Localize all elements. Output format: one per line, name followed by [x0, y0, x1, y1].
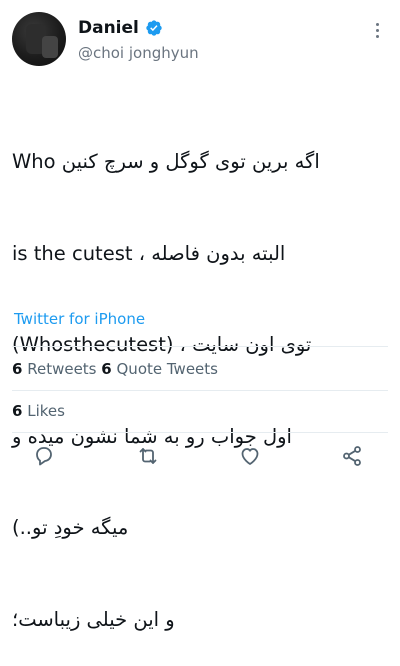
- quote-count: 6: [101, 360, 112, 378]
- name-row: Daniel: [78, 18, 163, 38]
- share-icon[interactable]: [340, 444, 364, 468]
- tweet-line: و این خیلی زیباست؛: [12, 607, 175, 631]
- avatar[interactable]: [12, 12, 66, 66]
- likes-stats[interactable]: 6 Likes: [12, 402, 65, 420]
- tweet-line: is the cutest ، البته بدون فاصله: [12, 241, 286, 265]
- divider: [12, 432, 388, 433]
- likes-label: Likes: [27, 402, 65, 420]
- tweet-line: میگه خودِ تو..): [12, 516, 129, 539]
- divider: [12, 390, 388, 391]
- retweet-icon[interactable]: [136, 444, 160, 468]
- reply-icon[interactable]: [32, 444, 56, 468]
- action-bar: [0, 440, 400, 472]
- more-options-icon[interactable]: [368, 20, 386, 44]
- quote-label: Quote Tweets: [116, 360, 218, 378]
- likes-count: 6: [12, 402, 23, 420]
- user-handle[interactable]: @choi jonghyun: [78, 44, 199, 62]
- retweets-link[interactable]: 6 Retweets: [12, 360, 97, 378]
- avatar-figure-2: [42, 36, 58, 58]
- tweet-header: Daniel @choi jonghyun: [12, 12, 388, 66]
- tweet-source-link[interactable]: Twitter for iPhone: [14, 310, 145, 328]
- retweets-label: Retweets: [27, 360, 97, 378]
- retweet-stats: 6 Retweets 6 Quote Tweets: [12, 360, 218, 378]
- display-name[interactable]: Daniel: [78, 18, 139, 38]
- quote-tweets-link[interactable]: 6 Quote Tweets: [101, 360, 218, 378]
- divider: [12, 346, 388, 347]
- verified-badge-icon: [145, 19, 163, 37]
- retweets-count: 6: [12, 360, 23, 378]
- like-icon[interactable]: [238, 444, 262, 468]
- tweet-line: اگه برین توی گوگل و سرچ کنین Who: [12, 150, 320, 173]
